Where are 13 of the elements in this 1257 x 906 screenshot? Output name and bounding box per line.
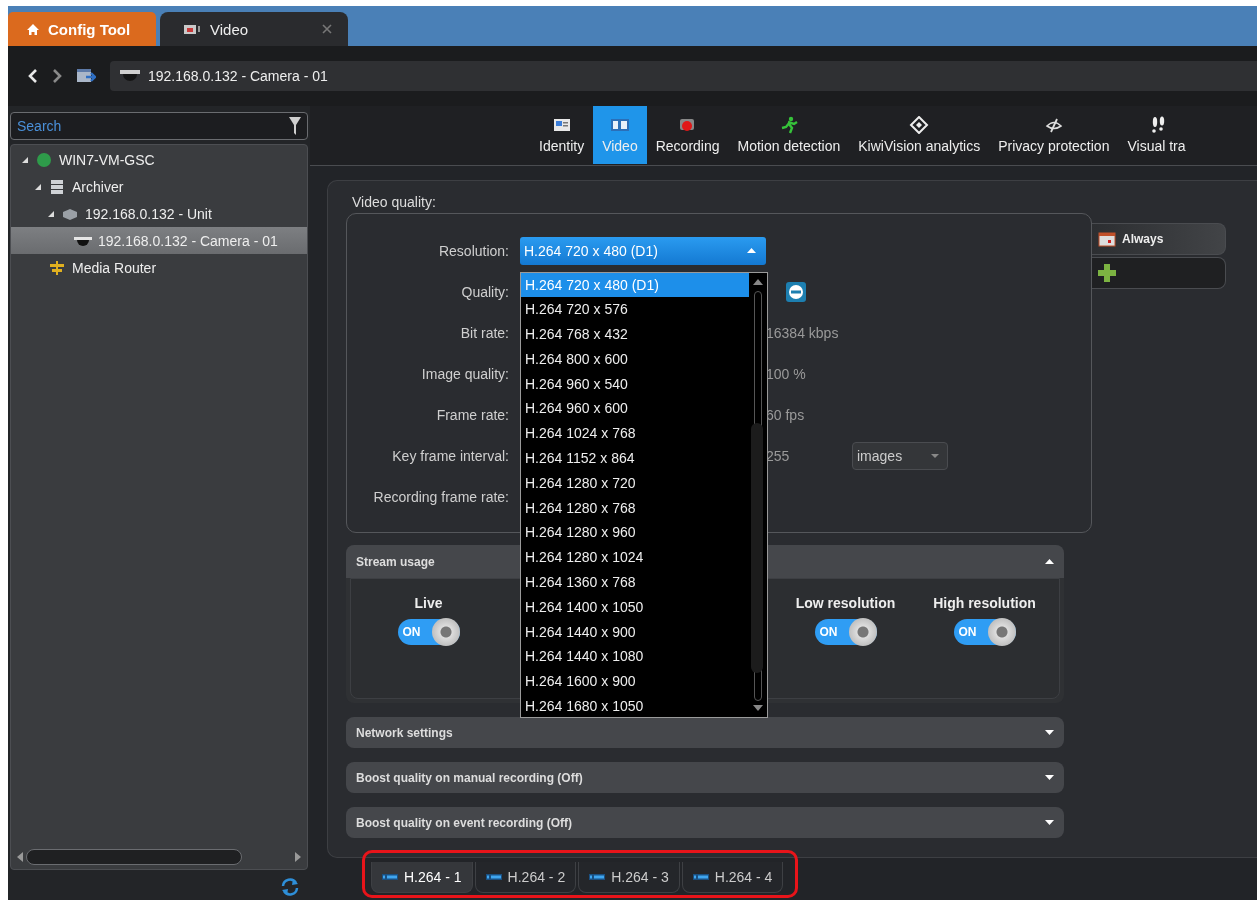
section-title: Video quality: — [351, 193, 437, 210]
toggle-label: High resolution — [933, 595, 1036, 611]
field-label: Frame rate: — [435, 406, 509, 423]
toggle-label: Live — [414, 595, 443, 611]
field-label: Image quality: — [420, 365, 509, 382]
field-label: Recording frame rate: — [372, 488, 509, 505]
field-label: Quality: — [460, 283, 509, 300]
toggle-label: Low resolution — [795, 595, 896, 611]
field-label: Bit rate: — [459, 324, 509, 341]
value-text: 100 % — [766, 365, 807, 382]
field-label: Resolution: — [437, 242, 509, 259]
value-text: 16384 kbps — [766, 324, 840, 341]
field-label: Key frame interval: — [391, 447, 509, 464]
